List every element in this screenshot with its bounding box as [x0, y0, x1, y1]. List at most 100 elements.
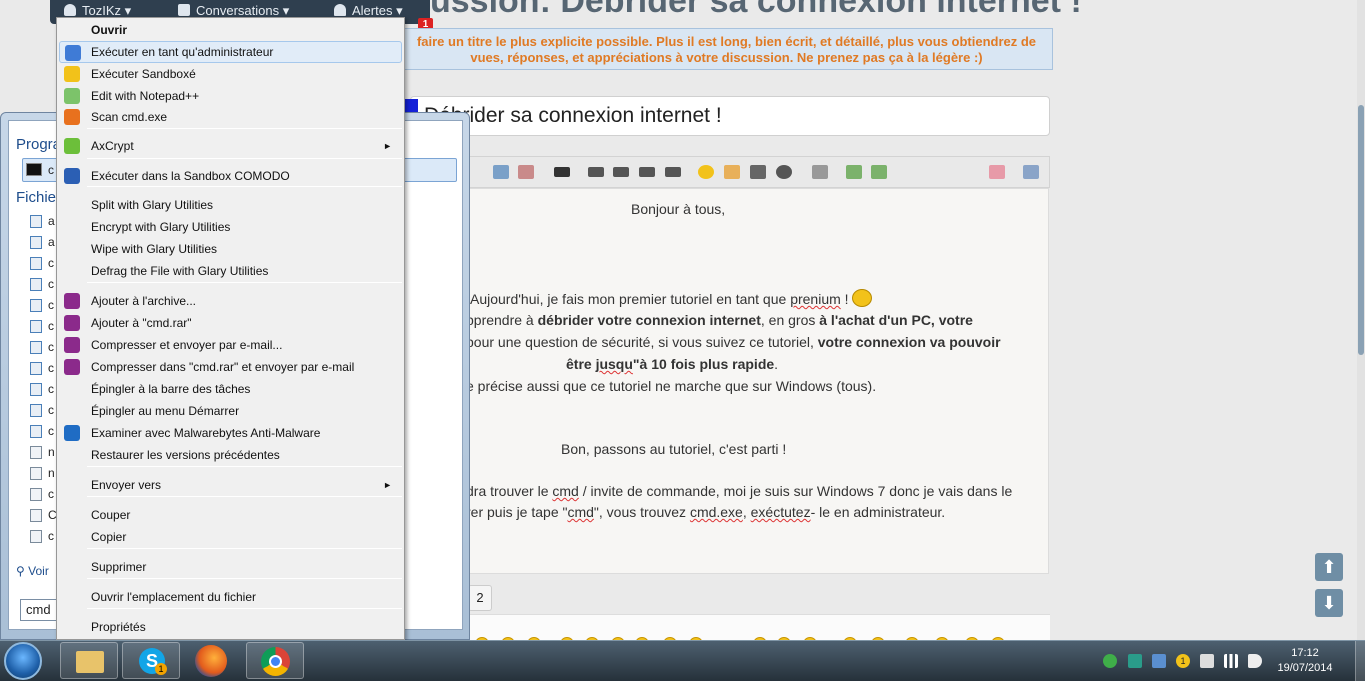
context-item-1[interactable]: Ouvrir: [59, 19, 402, 41]
file-result[interactable]: c: [48, 361, 54, 375]
eraser-icon[interactable]: [989, 165, 1005, 179]
thread-title-input[interactable]: Débrider sa connexion internet !: [410, 96, 1050, 136]
file-result[interactable]: c: [48, 403, 54, 417]
context-item-22[interactable]: Copier: [59, 526, 402, 548]
undo-icon[interactable]: [846, 165, 862, 179]
skype-taskbar-button[interactable]: S1: [122, 642, 180, 679]
file-result[interactable]: a: [48, 235, 55, 249]
save-draft-icon[interactable]: [812, 165, 828, 179]
context-item-label: Wipe with Glary Utilities: [91, 242, 218, 256]
context-item-3[interactable]: Exécuter Sandboxé: [59, 63, 402, 85]
file-result[interactable]: c: [48, 529, 54, 543]
search-icon: ⚲: [16, 564, 25, 578]
show-desktop-button[interactable]: [1355, 641, 1365, 681]
clock-date: 19/07/2014: [1277, 662, 1333, 674]
file-result[interactable]: c: [48, 382, 54, 396]
context-item-label: Encrypt with Glary Utilities: [91, 220, 231, 234]
file-icon: [30, 341, 42, 354]
context-item-2[interactable]: Exécuter en tant qu'administrateur: [59, 41, 402, 63]
link-icon[interactable]: [493, 165, 509, 179]
context-item-8[interactable]: Split with Glary Utilities: [59, 194, 402, 216]
clock[interactable]: 17:12 19/07/2014: [1275, 646, 1335, 676]
title-hint: faire un titre le plus explicite possibl…: [400, 28, 1053, 70]
program-result[interactable]: c: [48, 163, 54, 177]
file-result[interactable]: a: [48, 214, 55, 228]
post-line: Bon, passons au tutoriel, c'est parti !: [561, 441, 787, 457]
clock-time: 17:12: [1291, 647, 1319, 659]
file-icon: [30, 299, 42, 312]
sandbox-icon: [64, 66, 80, 82]
tray-app-icon[interactable]: [1128, 654, 1142, 668]
bullet-list-icon[interactable]: [588, 167, 604, 177]
firefox-icon[interactable]: [195, 645, 227, 677]
page-2-button[interactable]: 2: [468, 585, 492, 611]
context-item-19[interactable]: Restaurer les versions précédentes: [59, 444, 402, 466]
file-result[interactable]: c: [48, 487, 54, 501]
context-item-11[interactable]: Defrag the File with Glary Utilities: [59, 260, 402, 282]
chrome-taskbar-button[interactable]: [246, 642, 304, 679]
outdent-icon[interactable]: [639, 167, 655, 177]
tray-app-icon[interactable]: [1152, 654, 1166, 668]
indent-icon[interactable]: [665, 167, 681, 177]
context-item-15[interactable]: Compresser dans "cmd.rar" et envoyer par…: [59, 356, 402, 378]
context-item-23[interactable]: Supprimer: [59, 556, 402, 578]
file-result[interactable]: n: [48, 445, 55, 459]
context-item-16[interactable]: Épingler à la barre des tâches: [59, 378, 402, 400]
context-item-12[interactable]: Ajouter à l'archive...: [59, 290, 402, 312]
utorrent-icon[interactable]: [1103, 654, 1117, 668]
smiley-icon[interactable]: [698, 165, 714, 179]
unlink-icon[interactable]: [518, 165, 534, 179]
scrollbar-thumb[interactable]: [1358, 105, 1364, 355]
file-result[interactable]: c: [48, 256, 54, 270]
explorer-taskbar-button[interactable]: [60, 642, 118, 679]
media-icon[interactable]: [750, 165, 766, 179]
context-item-label: Ajouter à l'archive...: [91, 294, 197, 308]
align-left-icon[interactable]: [554, 167, 570, 177]
context-item-14[interactable]: Compresser et envoyer par e-mail...: [59, 334, 402, 356]
tray-badge-icon[interactable]: 1: [1176, 654, 1190, 668]
numbered-list-icon[interactable]: [613, 167, 629, 177]
start-button[interactable]: [4, 642, 42, 680]
context-item-9[interactable]: Encrypt with Glary Utilities: [59, 216, 402, 238]
context-item-6[interactable]: AxCrypt ►: [59, 135, 402, 157]
file-result[interactable]: c: [48, 340, 54, 354]
image-icon[interactable]: [724, 165, 740, 179]
bell-icon: [334, 4, 346, 16]
post-editor[interactable]: Bonjour à tous, Aujourd'hui, je fais mon…: [465, 188, 1049, 574]
file-result[interactable]: c: [48, 298, 54, 312]
see-more-link[interactable]: ⚲ Voir: [16, 564, 49, 578]
menu-separator: [87, 548, 402, 549]
gear-icon[interactable]: [776, 165, 792, 179]
context-menu: Ouvrir Exécuter en tant qu'administrateur…: [56, 17, 405, 640]
network-icon[interactable]: [1224, 654, 1238, 668]
context-item-25[interactable]: Propriétés: [59, 616, 402, 638]
redo-icon[interactable]: [871, 165, 887, 179]
file-result[interactable]: c: [48, 424, 54, 438]
chevron-down-icon: ▾: [124, 3, 132, 18]
file-result[interactable]: n: [48, 466, 55, 480]
file-result[interactable]: c: [48, 277, 54, 291]
file-icon: [30, 236, 42, 249]
context-item-17[interactable]: Épingler au menu Démarrer: [59, 400, 402, 422]
menu-separator: [87, 496, 402, 497]
context-item-4[interactable]: Edit with Notepad++: [59, 85, 402, 107]
menu-separator: [87, 578, 402, 579]
file-result[interactable]: c: [48, 319, 54, 333]
context-item-7[interactable]: Exécuter dans la Sandbox COMODO: [59, 165, 402, 187]
scroll-up-button[interactable]: ⬆: [1315, 553, 1343, 581]
context-item-13[interactable]: Ajouter à "cmd.rar": [59, 312, 402, 334]
usb-icon[interactable]: [1200, 654, 1214, 668]
context-item-24[interactable]: Ouvrir l'emplacement du fichier: [59, 586, 402, 608]
context-item-5[interactable]: Scan cmd.exe: [59, 106, 402, 128]
context-item-18[interactable]: Examiner avec Malwarebytes Anti-Malware: [59, 422, 402, 444]
context-item-20[interactable]: Envoyer vers ►: [59, 474, 402, 496]
file-result[interactable]: C: [48, 508, 57, 522]
volume-icon[interactable]: [1248, 654, 1262, 668]
context-item-21[interactable]: Couper: [59, 504, 402, 526]
file-icon: [30, 215, 42, 228]
file-icon: [30, 257, 42, 270]
wrench-icon[interactable]: [1023, 165, 1039, 179]
scroll-down-button[interactable]: ⬇: [1315, 589, 1343, 617]
context-item-10[interactable]: Wipe with Glary Utilities: [59, 238, 402, 260]
arrow-up-icon: ⬆: [1321, 557, 1337, 577]
